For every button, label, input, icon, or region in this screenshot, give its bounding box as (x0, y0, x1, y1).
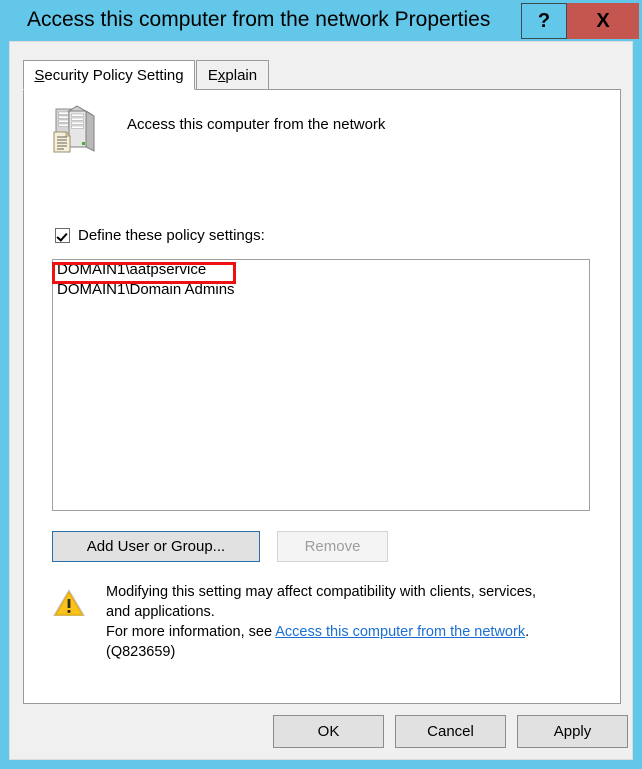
apply-button[interactable]: Apply (517, 715, 628, 748)
add-user-or-group-button[interactable]: Add User or Group... (52, 531, 260, 562)
tab-content-panel: Access this computer from the network De… (23, 89, 621, 704)
list-item[interactable]: DOMAIN1\aatpservice (53, 260, 589, 280)
principals-listbox[interactable]: DOMAIN1\aatpservice DOMAIN1\Domain Admin… (52, 259, 590, 511)
policy-header: Access this computer from the network (24, 90, 622, 172)
cancel-button[interactable]: Cancel (395, 715, 506, 748)
warning-triangle-icon (53, 589, 85, 616)
tab-security-policy-setting-label: Security Policy Setting (34, 66, 184, 84)
policy-name-label: Access this computer from the network (127, 116, 386, 133)
define-policy-settings-checkbox[interactable] (55, 227, 70, 243)
tab-security-policy-setting[interactable]: Security Policy Setting (23, 60, 195, 90)
dialog-body: Security Policy Setting Explain Access t… (9, 41, 633, 760)
warning-line-3: For more information, see Access this co… (106, 622, 606, 642)
tab-strip: Security Policy Setting Explain (23, 60, 613, 90)
properties-dialog-window: Access this computer from the network Pr… (0, 0, 642, 769)
tab-explain-label: Explain (207, 66, 258, 84)
server-policy-icon (53, 105, 95, 153)
define-policy-settings-label: Define these policy settings: (78, 226, 265, 244)
warning-line-2: and applications. (106, 604, 215, 620)
title-bar: Access this computer from the network Pr… (0, 0, 642, 44)
list-item[interactable]: DOMAIN1\Domain Admins (53, 280, 589, 300)
help-button[interactable]: ? (521, 3, 567, 39)
ok-button[interactable]: OK (273, 715, 384, 748)
warning-line-3-prefix: For more information, see (106, 624, 276, 640)
warning-line-4: (Q823659) (106, 644, 176, 660)
close-button[interactable]: X (567, 3, 639, 39)
more-information-link[interactable]: Access this computer from the network (275, 624, 525, 640)
remove-button: Remove (277, 531, 388, 562)
warning-line-3-suffix: . (525, 624, 530, 640)
define-policy-settings-row[interactable]: Define these policy settings: (55, 225, 265, 245)
tab-explain[interactable]: Explain (196, 60, 269, 89)
warning-line-1: Modifying this setting may affect compat… (106, 584, 537, 600)
window-title: Access this computer from the network Pr… (27, 8, 491, 31)
warning-text: Modifying this setting may affect compat… (106, 582, 606, 662)
